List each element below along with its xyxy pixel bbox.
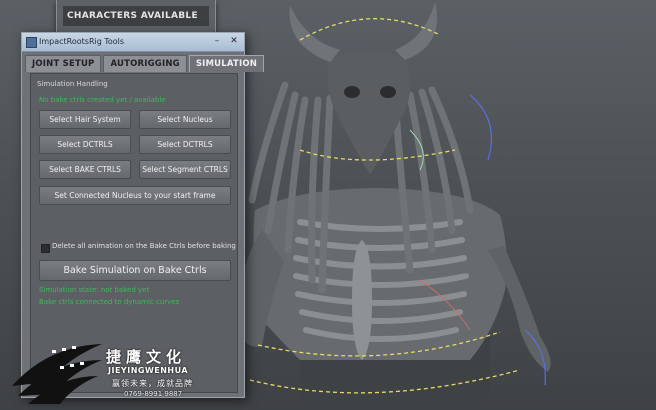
app-icon bbox=[26, 37, 37, 48]
tab-joint-setup[interactable]: JOINT SETUP bbox=[25, 55, 102, 72]
delete-animation-checkbox[interactable] bbox=[41, 244, 50, 253]
logo-english-name: JIEYINGWENHUA bbox=[108, 366, 189, 375]
bake-simulation-button[interactable]: Bake Simulation on Bake Ctrls bbox=[39, 260, 231, 281]
status-top: No bake ctrls created yet / available bbox=[39, 96, 166, 104]
section-title: Simulation Handling bbox=[37, 80, 108, 88]
select-dctrls-right-button[interactable]: Select DCTRLS bbox=[139, 135, 231, 154]
window-titlebar[interactable]: ImpactRootsRig Tools – ✕ bbox=[22, 33, 244, 52]
logo-chinese-name: 捷鹰文化 bbox=[106, 348, 187, 366]
characters-window: CHARACTERS AVAILABLE bbox=[56, 0, 216, 33]
delete-animation-label: Delete all animation on the Bake Ctrls b… bbox=[52, 242, 236, 250]
select-bake-ctrls-button[interactable]: Select BAKE CTRLS bbox=[39, 160, 131, 179]
company-logo: 捷鹰文化 JIEYINGWENHUA 赢领未来，成就品牌 0769-8991 9… bbox=[6, 334, 206, 408]
select-nucleus-button[interactable]: Select Nucleus bbox=[139, 110, 231, 129]
set-connected-nucleus-button[interactable]: Set Connected Nucleus to your start fram… bbox=[39, 186, 231, 205]
status-bottom-2: Bake ctrls connected to dynamic curves bbox=[39, 298, 180, 306]
status-bottom-1: Simulation state: not baked yet bbox=[39, 286, 150, 294]
tab-bar: JOINT SETUP AUTORIGGING SIMULATION bbox=[25, 55, 265, 72]
minimize-icon[interactable]: – bbox=[210, 35, 224, 48]
select-segment-ctrls-button[interactable]: Select Segment CTRLS bbox=[139, 160, 231, 179]
film-reel-logo-icon bbox=[12, 344, 102, 404]
logo-phone: 0769-8991 9887 bbox=[124, 390, 183, 398]
close-icon[interactable]: ✕ bbox=[227, 35, 241, 48]
logo-slogan: 赢领未来，成就品牌 bbox=[112, 379, 193, 388]
window-title: ImpactRootsRig Tools bbox=[39, 37, 125, 46]
tab-autorigging[interactable]: AUTORIGGING bbox=[103, 55, 187, 72]
characters-window-title: CHARACTERS AVAILABLE bbox=[63, 6, 209, 26]
select-dctrls-left-button[interactable]: Select DCTRLS bbox=[39, 135, 131, 154]
tab-simulation[interactable]: SIMULATION bbox=[188, 55, 265, 72]
select-hair-system-button[interactable]: Select Hair System bbox=[39, 110, 131, 129]
